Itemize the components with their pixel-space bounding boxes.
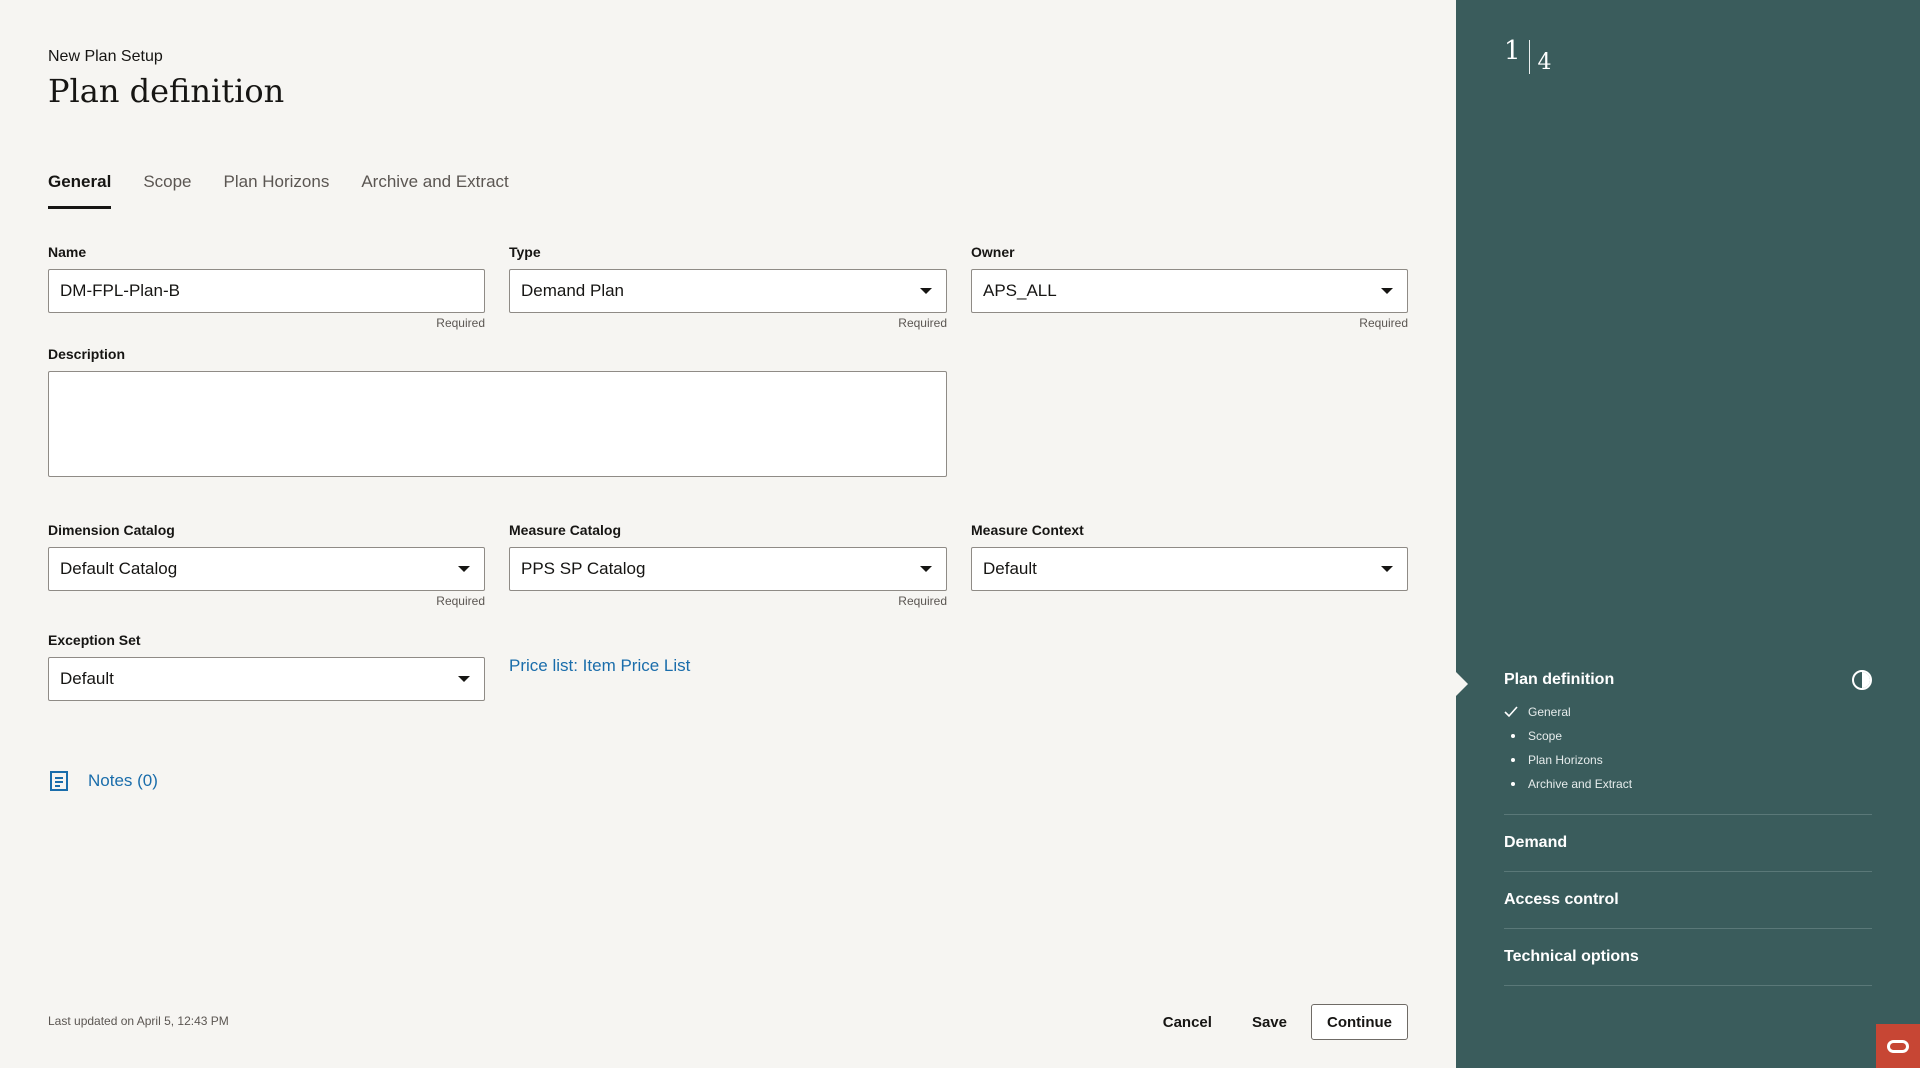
measure-catalog-label: Measure Catalog [509,522,622,538]
step-item-archive-and-extract[interactable]: Archive and Extract [1504,772,1872,796]
type-select[interactable]: Demand Plan [509,269,947,313]
bullet-icon [1504,758,1528,762]
step-item-label: Plan Horizons [1528,753,1603,767]
dimension-catalog-label: Dimension Catalog [48,522,175,538]
chevron-down-icon [458,566,470,572]
oracle-logo-icon[interactable] [1876,1024,1920,1068]
measure-catalog-required-hint: Required [898,594,947,608]
measure-catalog-value: PPS SP Catalog [521,559,646,578]
current-step-items: General Scope Plan Horizons Archive and … [1504,700,1872,796]
step-item-label: Archive and Extract [1528,777,1633,791]
dimension-catalog-field-group: Dimension Catalog Default Catalog Requir… [48,522,485,608]
step-access-control[interactable]: Access control [1504,871,1872,928]
dimension-catalog-value: Default Catalog [60,559,178,578]
chevron-down-icon [458,676,470,682]
measure-context-value: Default [983,559,1037,578]
step-item-general[interactable]: General [1504,700,1872,724]
owner-value: APS_ALL [983,281,1057,300]
tab-plan-horizons[interactable]: Plan Horizons [224,172,330,209]
chevron-down-icon [920,566,932,572]
owner-select[interactable]: APS_ALL [971,269,1408,313]
step-navigation: Plan definition General Scope Plan Horiz… [1504,670,1872,986]
exception-set-label: Exception Set [48,632,141,648]
name-label: Name [48,244,87,260]
measure-context-label: Measure Context [971,522,1084,538]
step-item-label: General [1528,705,1571,719]
exception-set-select[interactable]: Default [48,657,485,701]
notes-label: Notes (0) [88,771,158,790]
type-field-group: Type Demand Plan Required [509,244,947,330]
bullet-icon [1504,734,1528,738]
continue-button[interactable]: Continue [1311,1004,1408,1040]
step-current: 1 [1504,36,1521,66]
page-title: Plan definition [48,72,285,110]
description-textarea[interactable] [48,371,947,477]
type-value: Demand Plan [521,281,625,300]
progress-panel: 1 4 Plan definition General Scope Plan H… [1456,0,1920,1068]
tab-general[interactable]: General [48,172,112,209]
dimension-catalog-required-hint: Required [436,594,485,608]
notes-link[interactable]: Notes (0) [48,770,158,792]
page-eyebrow: New Plan Setup [48,48,163,65]
half-contrast-icon [1852,670,1872,690]
notes-icon [50,771,68,791]
owner-label: Owner [971,244,1015,260]
save-button[interactable]: Save [1232,1014,1307,1031]
tab-bar: General Scope Plan Horizons Archive and … [48,172,541,209]
exception-set-field-group: Exception Set Default [48,632,485,701]
current-step-title: Plan definition [1504,671,1615,688]
step-counter: 1 4 [1504,38,1552,74]
chevron-down-icon [1381,288,1393,294]
price-list-link[interactable]: Price list: Item Price List [509,656,690,676]
step-item-label: Scope [1528,729,1563,743]
name-field-group: Name DM-FPL-Plan-B Required [48,244,485,330]
nav-divider [1504,985,1872,986]
chevron-down-icon [1381,566,1393,572]
current-step-pointer [1456,672,1468,696]
measure-catalog-select[interactable]: PPS SP Catalog [509,547,947,591]
dimension-catalog-select[interactable]: Default Catalog [48,547,485,591]
current-step[interactable]: Plan definition [1504,670,1872,690]
step-technical-options[interactable]: Technical options [1504,928,1872,985]
step-total: 4 [1537,50,1552,75]
cancel-button[interactable]: Cancel [1143,1014,1232,1031]
step-divider [1528,40,1530,74]
main-content: New Plan Setup Plan definition General S… [0,0,1456,1068]
exception-set-value: Default [60,669,114,688]
type-label: Type [509,244,541,260]
measure-context-field-group: Measure Context Default [971,522,1408,591]
tab-archive-and-extract[interactable]: Archive and Extract [361,172,508,209]
measure-catalog-field-group: Measure Catalog PPS SP Catalog Required [509,522,947,608]
name-value: DM-FPL-Plan-B [60,281,180,300]
last-updated: Last updated on April 5, 12:43 PM [48,1014,229,1028]
owner-required-hint: Required [1359,316,1408,330]
description-label: Description [48,346,126,362]
step-demand[interactable]: Demand [1504,814,1872,871]
tab-scope[interactable]: Scope [143,172,191,209]
step-item-plan-horizons[interactable]: Plan Horizons [1504,748,1872,772]
name-input[interactable]: DM-FPL-Plan-B [48,269,485,313]
owner-field-group: Owner APS_ALL Required [971,244,1408,330]
name-required-hint: Required [436,316,485,330]
bullet-icon [1504,782,1528,786]
check-icon [1504,706,1528,718]
type-required-hint: Required [898,316,947,330]
description-field-group: Description [48,346,947,477]
footer-actions: Cancel Save Continue [1143,1004,1408,1040]
step-item-scope[interactable]: Scope [1504,724,1872,748]
chevron-down-icon [920,288,932,294]
measure-context-select[interactable]: Default [971,547,1408,591]
